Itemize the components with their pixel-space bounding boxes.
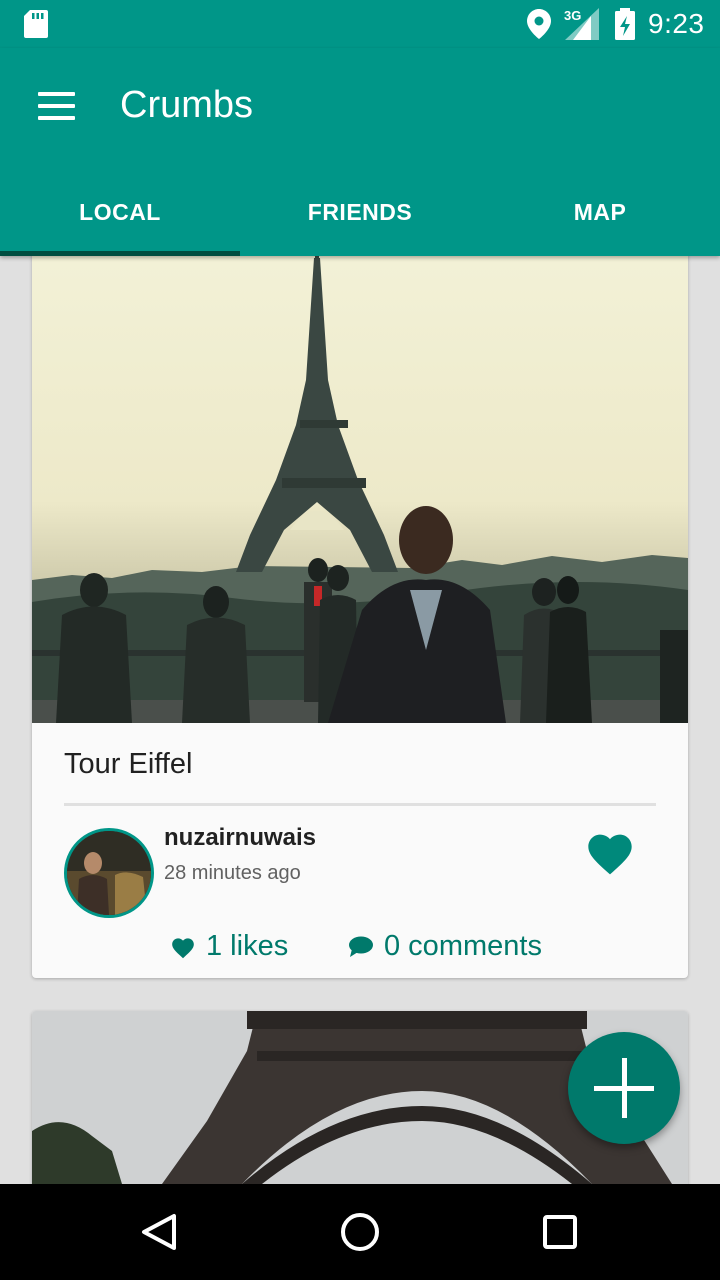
app-bar: Crumbs LOCAL FRIENDS MAP — [0, 48, 720, 256]
sd-card-icon — [24, 10, 48, 38]
hamburger-menu-icon — [38, 92, 75, 96]
comment-bubble-icon — [349, 936, 373, 957]
tab-map[interactable]: MAP — [480, 168, 720, 256]
avatar[interactable] — [64, 828, 154, 918]
recents-icon — [543, 1215, 577, 1249]
network-type-label: 3G — [564, 8, 582, 23]
comments-link[interactable]: 0 comments — [348, 930, 542, 963]
battery-charging-icon — [615, 8, 635, 40]
tab-local[interactable]: LOCAL — [0, 168, 240, 256]
post-timestamp: 28 minutes ago — [164, 862, 301, 884]
status-clock: 9:23 — [648, 8, 705, 39]
app-title: Crumbs — [120, 84, 254, 126]
heart-icon — [588, 834, 632, 875]
tab-bar: LOCAL FRIENDS MAP — [0, 168, 720, 256]
recents-button[interactable] — [536, 1208, 584, 1256]
post-title: Tour Eiffel — [64, 748, 193, 780]
likes-link[interactable]: 1 likes — [170, 930, 288, 963]
tab-indicator — [0, 251, 240, 256]
post-username[interactable]: nuzairnuwais — [164, 824, 316, 852]
post-stats: 1 likes 0 comments — [32, 930, 688, 970]
likes-count: 1 likes — [206, 930, 289, 962]
navigation-bar — [0, 1184, 720, 1280]
post-photo[interactable] — [32, 230, 688, 723]
home-icon — [341, 1213, 379, 1251]
like-button[interactable] — [584, 828, 636, 876]
tab-friends[interactable]: FRIENDS — [240, 168, 480, 256]
comments-count: 0 comments — [384, 930, 542, 962]
heart-icon — [172, 937, 194, 958]
add-post-button[interactable] — [568, 1032, 680, 1144]
status-bar: 3G 9:23 — [0, 0, 720, 48]
eiffel-tower-photo — [32, 230, 688, 723]
home-button[interactable] — [336, 1208, 384, 1256]
back-icon — [142, 1214, 176, 1250]
location-icon — [527, 9, 551, 39]
menu-button[interactable] — [30, 80, 82, 132]
back-button[interactable] — [136, 1208, 184, 1256]
avatar-photo — [67, 831, 151, 915]
post-card[interactable]: Tour Eiffel nuzairnuwais 28 minutes ago … — [32, 230, 688, 978]
post-divider — [64, 803, 656, 806]
